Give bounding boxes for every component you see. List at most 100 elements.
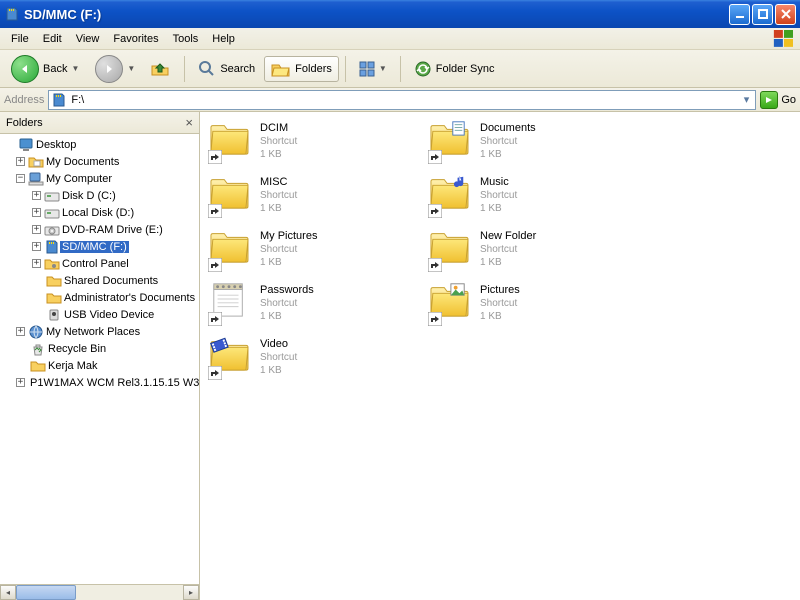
file-icon: [208, 172, 256, 220]
sidebar-hscrollbar[interactable]: ◂ ▸: [0, 584, 199, 600]
drive-icon: [51, 92, 67, 108]
file-size: 1 KB: [260, 202, 297, 215]
shortcut-overlay-icon: [208, 312, 222, 326]
shortcut-overlay-icon: [428, 204, 442, 218]
tree-network[interactable]: +My Network Places: [0, 323, 199, 340]
tree-desktop[interactable]: Desktop: [0, 136, 199, 153]
scroll-thumb[interactable]: [16, 585, 76, 600]
up-icon: [151, 60, 171, 78]
file-item[interactable]: VideoShortcut1 KB: [208, 334, 428, 386]
menu-view[interactable]: View: [69, 31, 107, 47]
close-panel-button[interactable]: ×: [185, 115, 193, 130]
file-name: Documents: [480, 122, 536, 135]
file-type: Shortcut: [260, 135, 297, 148]
go-button[interactable]: Go: [760, 91, 796, 109]
tree-kerja[interactable]: Kerja Mak: [0, 357, 199, 374]
separator: [400, 56, 401, 82]
menu-edit[interactable]: Edit: [36, 31, 69, 47]
search-button[interactable]: Search: [191, 56, 262, 82]
expand-icon[interactable]: +: [32, 191, 41, 200]
up-button[interactable]: [144, 56, 178, 82]
file-type: Shortcut: [260, 189, 297, 202]
back-button[interactable]: Back ▼: [4, 51, 86, 87]
tree-mydocs[interactable]: +My Documents: [0, 153, 199, 170]
usb-icon: [46, 307, 62, 323]
title-bar: SD/MMC (F:): [0, 0, 800, 28]
file-item[interactable]: DocumentsShortcut1 KB: [428, 118, 648, 170]
menu-tools[interactable]: Tools: [166, 31, 206, 47]
sidebar-header: Folders ×: [0, 112, 199, 134]
file-item[interactable]: New FolderShortcut1 KB: [428, 226, 648, 278]
file-item[interactable]: My PicturesShortcut1 KB: [208, 226, 428, 278]
file-item[interactable]: MISCShortcut1 KB: [208, 172, 428, 224]
chevron-down-icon: ▼: [71, 64, 79, 73]
foldersync-button[interactable]: Folder Sync: [407, 56, 502, 82]
collapse-icon[interactable]: −: [16, 174, 25, 183]
expand-icon[interactable]: +: [32, 225, 41, 234]
scroll-left-button[interactable]: ◂: [0, 585, 16, 600]
folder-tree[interactable]: Desktop +My Documents −My Computer +Disk…: [0, 134, 199, 584]
shortcut-overlay-icon: [208, 150, 222, 164]
tree-mycomputer[interactable]: −My Computer: [0, 170, 199, 187]
file-item[interactable]: DCIMShortcut1 KB: [208, 118, 428, 170]
file-icon: [428, 280, 476, 328]
tree-shared[interactable]: Shared Documents: [0, 272, 199, 289]
file-icon: [208, 280, 256, 328]
folders-button[interactable]: Folders: [264, 56, 339, 82]
scroll-right-button[interactable]: ▸: [183, 585, 199, 600]
file-item[interactable]: MusicShortcut1 KB: [428, 172, 648, 224]
file-size: 1 KB: [260, 310, 314, 323]
chevron-down-icon[interactable]: ▾: [740, 93, 754, 106]
views-button[interactable]: ▼: [352, 57, 394, 81]
tree-admin[interactable]: Administrator's Documents: [0, 289, 199, 306]
file-type: Shortcut: [260, 297, 314, 310]
tree-p1w[interactable]: +P1W1MAX WCM Rel3.1.15.15 W32: [0, 374, 199, 391]
menu-file[interactable]: File: [4, 31, 36, 47]
close-button[interactable]: [775, 4, 796, 25]
tree-dvd[interactable]: +DVD-RAM Drive (E:): [0, 221, 199, 238]
drive-icon: [44, 205, 60, 221]
expand-icon[interactable]: +: [16, 157, 25, 166]
tree-cpanel[interactable]: +Control Panel: [0, 255, 199, 272]
expand-icon[interactable]: +: [32, 242, 41, 251]
menu-favorites[interactable]: Favorites: [106, 31, 165, 47]
file-icon: [208, 118, 256, 166]
cd-icon: [44, 222, 60, 238]
tree-recycle[interactable]: Recycle Bin: [0, 340, 199, 357]
expand-icon[interactable]: +: [32, 208, 41, 217]
minimize-button[interactable]: [729, 4, 750, 25]
shortcut-overlay-icon: [428, 312, 442, 326]
expand-icon[interactable]: +: [32, 259, 41, 268]
tree-sdmmc[interactable]: +SD/MMC (F:): [0, 238, 199, 255]
file-type: Shortcut: [260, 243, 317, 256]
file-item[interactable]: PicturesShortcut1 KB: [428, 280, 648, 332]
address-bar: Address ▾ Go: [0, 88, 800, 112]
file-type: Shortcut: [480, 297, 520, 310]
file-item[interactable]: PasswordsShortcut1 KB: [208, 280, 428, 332]
file-type: Shortcut: [480, 243, 536, 256]
shortcut-overlay-icon: [428, 258, 442, 272]
tree-diskc[interactable]: +Disk D (C:): [0, 187, 199, 204]
file-icon: [428, 172, 476, 220]
forward-button[interactable]: ▼: [88, 51, 142, 87]
toolbar: Back ▼ ▼ Search Folders ▼ Folder Sync: [0, 50, 800, 88]
address-input[interactable]: [67, 93, 739, 107]
menu-bar: File Edit View Favorites Tools Help: [0, 28, 800, 50]
file-list[interactable]: DCIMShortcut1 KBDocumentsShortcut1 KBMIS…: [200, 112, 800, 600]
file-size: 1 KB: [480, 202, 517, 215]
tree-diskd[interactable]: +Local Disk (D:): [0, 204, 199, 221]
address-box[interactable]: ▾: [48, 90, 756, 110]
folder-icon: [46, 273, 62, 289]
shortcut-overlay-icon: [208, 258, 222, 272]
tree-usb[interactable]: USB Video Device: [0, 306, 199, 323]
shortcut-overlay-icon: [208, 204, 222, 218]
file-size: 1 KB: [480, 148, 536, 161]
separator: [345, 56, 346, 82]
file-icon: [208, 226, 256, 274]
file-icon: [428, 226, 476, 274]
menu-help[interactable]: Help: [205, 31, 242, 47]
expand-icon[interactable]: +: [16, 378, 25, 387]
mydocs-icon: [28, 154, 44, 170]
maximize-button[interactable]: [752, 4, 773, 25]
expand-icon[interactable]: +: [16, 327, 25, 336]
